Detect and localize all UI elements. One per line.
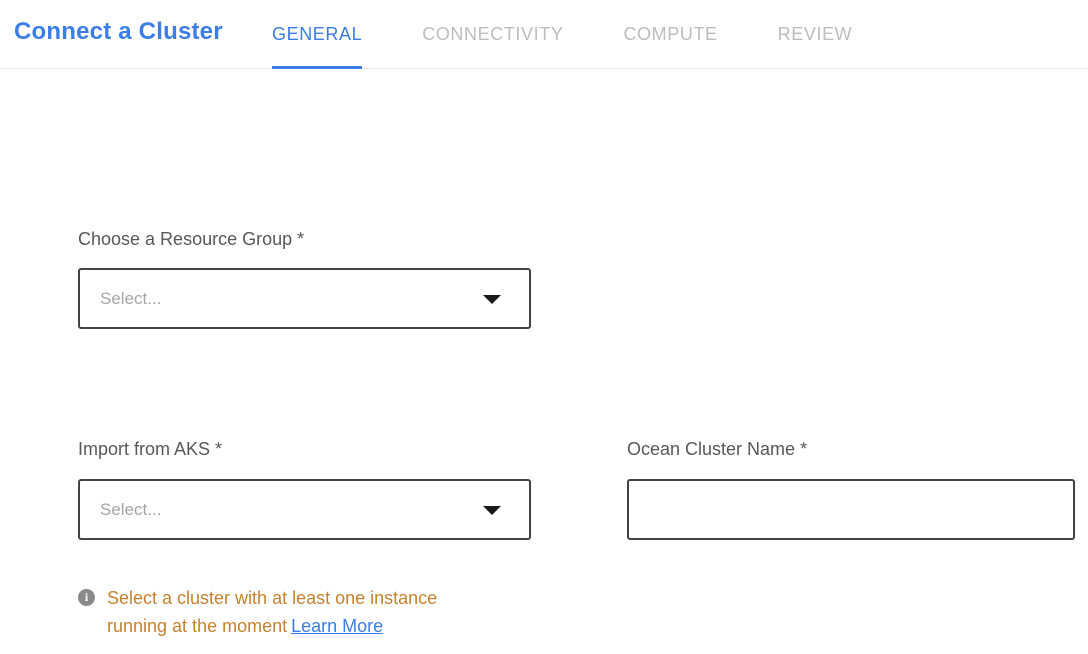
cluster-name-label: Ocean Cluster Name * bbox=[627, 439, 807, 460]
learn-more-link[interactable]: Learn More bbox=[291, 616, 383, 636]
import-aks-placeholder: Select... bbox=[100, 500, 161, 520]
import-aks-label: Import from AKS * bbox=[78, 439, 222, 460]
tab-connectivity-label: CONNECTIVITY bbox=[422, 24, 563, 45]
tab-review[interactable]: REVIEW bbox=[778, 0, 853, 68]
resource-group-label: Choose a Resource Group * bbox=[78, 229, 304, 250]
info-icon: i bbox=[78, 589, 95, 606]
general-step-panel: Choose a Resource Group * Select... Impo… bbox=[0, 69, 1088, 654]
cluster-instance-info-note: i Select a cluster with at least one ins… bbox=[78, 584, 479, 640]
tab-general[interactable]: GENERAL bbox=[272, 0, 362, 68]
tab-general-label: GENERAL bbox=[272, 24, 362, 45]
wizard-header: Connect a Cluster GENERAL CONNECTIVITY C… bbox=[0, 0, 1088, 69]
info-note-text: Select a cluster with at least one insta… bbox=[107, 588, 437, 636]
resource-group-placeholder: Select... bbox=[100, 289, 161, 309]
resource-group-select[interactable]: Select... bbox=[78, 268, 531, 329]
cluster-name-input[interactable] bbox=[627, 479, 1075, 540]
chevron-down-icon bbox=[483, 506, 501, 515]
chevron-down-icon bbox=[483, 295, 501, 304]
tab-compute[interactable]: COMPUTE bbox=[623, 0, 717, 68]
page-title: Connect a Cluster bbox=[14, 18, 223, 46]
tab-review-label: REVIEW bbox=[778, 24, 853, 45]
import-aks-select[interactable]: Select... bbox=[78, 479, 531, 540]
tab-connectivity[interactable]: CONNECTIVITY bbox=[422, 0, 563, 68]
wizard-tabs: GENERAL CONNECTIVITY COMPUTE REVIEW bbox=[272, 0, 852, 68]
tab-compute-label: COMPUTE bbox=[623, 24, 717, 45]
